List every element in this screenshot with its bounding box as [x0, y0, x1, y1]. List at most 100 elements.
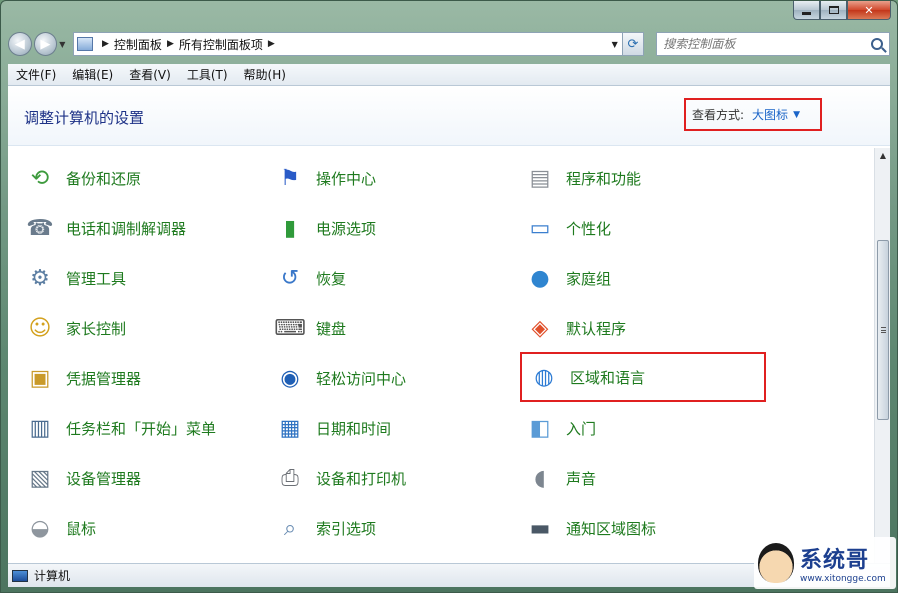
credential-manager-icon[interactable]: ▣	[22, 360, 58, 396]
control-panel-item[interactable]: ☺ 家长控制	[22, 308, 126, 348]
device-manager-icon[interactable]: ▧	[22, 460, 58, 496]
control-panel-item[interactable]: ⚑ 操作中心	[272, 158, 376, 198]
control-panel-item-label[interactable]: 家长控制	[66, 318, 126, 339]
control-panel-item-label[interactable]: 家庭组	[566, 268, 611, 289]
control-panel-item[interactable]: ◉ 轻松访问中心	[272, 358, 406, 398]
homegroup-icon[interactable]: ●	[522, 260, 558, 296]
menu-help[interactable]: 帮助(H)	[236, 66, 294, 83]
control-panel-item[interactable]: ▮ 电源选项	[272, 208, 376, 248]
backup-restore-icon[interactable]: ⟲	[22, 160, 58, 196]
region-language-globe-icon[interactable]: ◍	[526, 359, 562, 395]
breadcrumb-all-items[interactable]: 所有控制面板项	[179, 36, 263, 53]
ease-of-access-icon[interactable]: ◉	[272, 360, 308, 396]
control-panel-item-label[interactable]: 备份和还原	[66, 168, 141, 189]
control-panel-item-label[interactable]: 默认程序	[566, 318, 626, 339]
menu-view[interactable]: 查看(V)	[121, 66, 179, 83]
search-box[interactable]	[656, 32, 890, 56]
control-panel-item[interactable]: ◈ 默认程序	[522, 308, 626, 348]
control-panel-item[interactable]: ▥ 任务栏和「开始」菜单	[22, 408, 216, 448]
indexing-options-icon[interactable]: ⌕	[272, 510, 308, 546]
scroll-thumb[interactable]	[877, 240, 889, 420]
menu-edit[interactable]: 编辑(E)	[64, 66, 121, 83]
control-panel-item[interactable]: ◍ 区域和语言	[520, 352, 766, 402]
admin-tools-icon[interactable]: ⚙	[22, 260, 58, 296]
control-panel-item[interactable]: ▬ 通知区域图标	[522, 508, 656, 548]
control-panel-item[interactable]: ⌕ 索引选项	[272, 508, 376, 548]
address-dropdown-icon[interactable]: ▼	[608, 40, 622, 49]
keyboard-icon[interactable]: ⌨	[272, 310, 308, 346]
personalization-monitor-icon[interactable]: ▭	[522, 210, 558, 246]
forward-button[interactable]: ▶	[33, 32, 58, 56]
address-bar[interactable]: ▶ 控制面板 ▶ 所有控制面板项 ▶ ▼	[73, 32, 623, 56]
control-panel-item[interactable]: ◖ 声音	[522, 458, 596, 498]
control-panel-item-label[interactable]: 轻松访问中心	[316, 368, 406, 389]
control-panel-item-label[interactable]: 通知区域图标	[566, 518, 656, 539]
breadcrumb-arrow-icon[interactable]: ▶	[167, 39, 174, 49]
control-panel-item[interactable]: ⎙ 设备和打印机	[272, 458, 406, 498]
search-input[interactable]	[663, 37, 864, 51]
control-panel-item-label[interactable]: 程序和功能	[566, 168, 641, 189]
mouse-icon[interactable]: ◒	[22, 510, 58, 546]
control-panel-item[interactable]: ▭ 个性化	[522, 208, 611, 248]
control-panel-item[interactable]: ◧ 入门	[522, 408, 596, 448]
devices-printers-icon[interactable]: ⎙	[272, 460, 308, 496]
taskbar-start-menu-icon[interactable]: ▥	[22, 410, 58, 446]
minimize-button[interactable]	[793, 1, 820, 20]
control-panel-item-label[interactable]: 管理工具	[66, 268, 126, 289]
recent-pages-dropdown[interactable]: ▼	[59, 40, 69, 49]
control-panel-item[interactable]: ▣ 凭据管理器	[22, 358, 141, 398]
control-panel-item-label[interactable]: 声音	[566, 468, 596, 489]
control-panel-item-label[interactable]: 恢复	[316, 268, 346, 289]
control-panel-item-label[interactable]: 鼠标	[66, 518, 96, 539]
default-programs-icon[interactable]: ◈	[522, 310, 558, 346]
breadcrumb-arrow-icon[interactable]: ▶	[102, 39, 109, 49]
power-options-battery-icon[interactable]: ▮	[272, 210, 308, 246]
breadcrumb-arrow-icon[interactable]: ▶	[268, 39, 275, 49]
control-panel-item[interactable]: ☎ 电话和调制解调器	[22, 208, 186, 248]
breadcrumb-control-panel[interactable]: 控制面板	[114, 36, 162, 53]
control-panel-item-label[interactable]: 电源选项	[316, 218, 376, 239]
action-center-flag-icon[interactable]: ⚑	[272, 160, 308, 196]
control-panel-item[interactable]: ▦ 日期和时间	[272, 408, 391, 448]
control-panel-item[interactable]: ◒ 鼠标	[22, 508, 96, 548]
recovery-icon[interactable]: ↺	[272, 260, 308, 296]
control-panel-item-label[interactable]: 日期和时间	[316, 418, 391, 439]
menu-file[interactable]: 文件(F)	[8, 66, 64, 83]
close-button[interactable]: ✕	[847, 1, 891, 20]
control-panel-item-label[interactable]: 操作中心	[316, 168, 376, 189]
control-panel-item-label[interactable]: 电话和调制解调器	[66, 218, 186, 239]
control-panel-item[interactable]: ⚙ 管理工具	[22, 258, 126, 298]
menu-tools[interactable]: 工具(T)	[179, 66, 236, 83]
refresh-button[interactable]: ⟳	[622, 32, 645, 56]
view-by-control[interactable]: 查看方式: 大图标 ▼	[684, 98, 822, 131]
control-panel-item[interactable]: ● 家庭组	[522, 258, 611, 298]
control-panel-item[interactable]: ⟲ 备份和还原	[22, 158, 141, 198]
scroll-up-icon[interactable]: ▲	[875, 148, 891, 164]
control-panel-item-label[interactable]: 区域和语言	[570, 367, 645, 388]
back-button[interactable]: ◀	[8, 32, 32, 56]
control-panel-item-label[interactable]: 入门	[566, 418, 596, 439]
parental-controls-icon[interactable]: ☺	[22, 310, 58, 346]
maximize-button[interactable]	[820, 1, 847, 20]
control-panel-item-label[interactable]: 设备和打印机	[316, 468, 406, 489]
control-panel-item-label[interactable]: 索引选项	[316, 518, 376, 539]
control-panel-item[interactable]: ▤ 程序和功能	[522, 158, 641, 198]
sound-speaker-icon[interactable]: ◖	[522, 460, 558, 496]
search-icon[interactable]	[871, 38, 883, 50]
chevron-down-icon[interactable]: ▼	[793, 110, 800, 120]
control-panel-item-label[interactable]: 设备管理器	[66, 468, 141, 489]
notification-area-icon[interactable]: ▬	[522, 510, 558, 546]
view-by-dropdown[interactable]: 大图标	[752, 106, 788, 123]
control-panel-item[interactable]: ⌨ 键盘	[272, 308, 346, 348]
control-panel-item[interactable]: ▧ 设备管理器	[22, 458, 141, 498]
vertical-scrollbar[interactable]: ▲	[874, 148, 890, 563]
phone-modem-icon[interactable]: ☎	[22, 210, 58, 246]
getting-started-icon[interactable]: ◧	[522, 410, 558, 446]
control-panel-item-label[interactable]: 个性化	[566, 218, 611, 239]
date-time-icon[interactable]: ▦	[272, 410, 308, 446]
control-panel-item-label[interactable]: 键盘	[316, 318, 346, 339]
control-panel-item[interactable]: ↺ 恢复	[272, 258, 346, 298]
control-panel-item-label[interactable]: 任务栏和「开始」菜单	[66, 418, 216, 439]
control-panel-item-label[interactable]: 凭据管理器	[66, 368, 141, 389]
programs-features-icon[interactable]: ▤	[522, 160, 558, 196]
